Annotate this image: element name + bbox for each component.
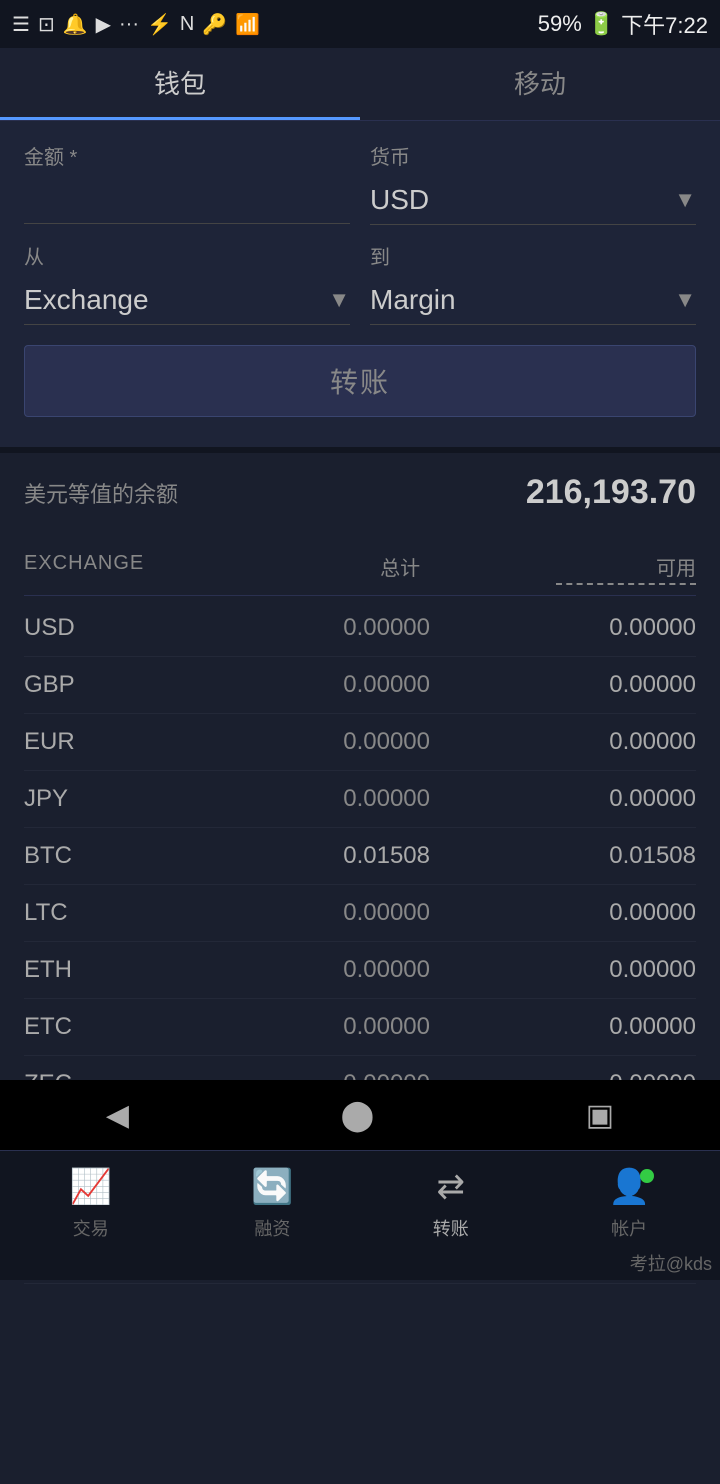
from-group: 从 Exchange ▼ xyxy=(24,241,350,325)
transfer-btn-wrapper: 转账 xyxy=(24,345,696,417)
nfc-icon: N xyxy=(180,13,194,36)
table-row: EUR 0.00000 0.00000 xyxy=(24,714,696,771)
table-row: ETH 0.00000 0.00000 xyxy=(24,942,696,999)
tab-move[interactable]: 移动 xyxy=(360,48,720,120)
currency-name: BTC xyxy=(24,842,144,870)
currency-name: USD xyxy=(24,614,144,642)
currency-group: 货币 USD ▼ xyxy=(370,141,696,225)
watermark: 考拉@kds xyxy=(630,1250,712,1276)
bluetooth-icon: ⚡ xyxy=(147,12,172,37)
from-select[interactable]: Exchange ▼ xyxy=(24,276,350,325)
status-time: 下午7:22 xyxy=(621,8,708,40)
col-total: 0.00000 xyxy=(230,728,430,756)
home-button[interactable]: ⬤ xyxy=(341,1098,375,1133)
col-total: 0.01508 xyxy=(230,842,430,870)
status-right: 59% 🔋 下午7:22 xyxy=(538,8,708,40)
to-value: Margin xyxy=(370,284,456,316)
table-row: GBP 0.00000 0.00000 xyxy=(24,657,696,714)
col-available: 0.00000 xyxy=(516,785,696,813)
table-row: ETC 0.00000 0.00000 xyxy=(24,999,696,1056)
nav-finance[interactable]: 🔄 融资 xyxy=(251,1167,293,1241)
send-icon: ▶ xyxy=(96,12,111,37)
currency-select[interactable]: USD ▼ xyxy=(370,176,696,225)
amount-group: 金额 * xyxy=(24,141,350,225)
amount-label: 金额 * xyxy=(24,141,350,170)
currency-name: ETH xyxy=(24,956,144,984)
back-button[interactable]: ◀ xyxy=(106,1098,129,1133)
recent-button[interactable]: ▣ xyxy=(586,1098,614,1133)
col-available: 0.00000 xyxy=(516,671,696,699)
currency-value: USD xyxy=(370,184,429,216)
currency-name: JPY xyxy=(24,785,144,813)
transfer-button[interactable]: 转账 xyxy=(24,345,696,417)
account-label: 帐户 xyxy=(611,1215,647,1241)
table-row: BTC 0.01508 0.01508 xyxy=(24,828,696,885)
battery-percent: 59% xyxy=(538,11,582,37)
col-available: 0.01508 xyxy=(516,842,696,870)
nav-trade[interactable]: 📈 交易 xyxy=(70,1167,112,1241)
transfer-label: 转账 xyxy=(433,1215,469,1241)
col-total: 0.00000 xyxy=(230,1013,430,1041)
exchange-section-title: EXCHANGE xyxy=(24,552,144,585)
currency-label: 货币 xyxy=(370,141,696,170)
balance-section: 美元等值的余额 216,193.70 xyxy=(0,447,720,542)
col-available: 0.00000 xyxy=(516,899,696,927)
tab-wallet[interactable]: 钱包 xyxy=(0,48,360,120)
status-icons-left: ☰ ⊡ 🔔 ▶ ··· ⚡ N 🔑 📶 xyxy=(12,12,260,37)
transfer-form: 金额 * 货币 USD ▼ 从 Exchange ▼ xyxy=(0,121,720,447)
currency-name: LTC xyxy=(24,899,144,927)
col-header-available: 可用 xyxy=(556,552,696,585)
table-row: LTC 0.00000 0.00000 xyxy=(24,885,696,942)
from-dropdown-arrow: ▼ xyxy=(328,287,350,313)
to-group: 到 Margin ▼ xyxy=(370,241,696,325)
system-nav-bar: ◀ ⬤ ▣ xyxy=(0,1080,720,1150)
col-total: 0.00000 xyxy=(230,671,430,699)
app-icon: ⊡ xyxy=(38,12,55,37)
currency-name: GBP xyxy=(24,671,144,699)
currency-dropdown-arrow: ▼ xyxy=(674,187,696,213)
col-header-total: 总计 xyxy=(280,552,420,585)
battery-icon: 🔋 xyxy=(588,11,615,37)
account-dot xyxy=(640,1169,654,1183)
col-total: 0.00000 xyxy=(230,614,430,642)
col-available: 0.00000 xyxy=(516,956,696,984)
trade-icon: 📈 xyxy=(70,1167,112,1207)
balance-row: 美元等值的余额 216,193.70 xyxy=(24,473,696,512)
transfer-icon: ⇄ xyxy=(437,1167,466,1207)
bell-icon: 🔔 xyxy=(63,12,88,37)
col-available: 0.00000 xyxy=(516,614,696,642)
form-row-from-to: 从 Exchange ▼ 到 Margin ▼ xyxy=(24,241,696,325)
to-dropdown-arrow: ▼ xyxy=(674,287,696,313)
dots-icon: ··· xyxy=(119,13,139,36)
nav-account[interactable]: 👤 帐户 xyxy=(608,1167,650,1241)
finance-icon: 🔄 xyxy=(251,1167,293,1207)
balance-value: 216,193.70 xyxy=(526,473,696,512)
currency-name: EUR xyxy=(24,728,144,756)
to-label: 到 xyxy=(370,241,696,270)
trade-label: 交易 xyxy=(73,1215,109,1241)
table-row: USD 0.00000 0.00000 xyxy=(24,600,696,657)
balance-label: 美元等值的余额 xyxy=(24,477,178,509)
table-row: JPY 0.00000 0.00000 xyxy=(24,771,696,828)
finance-label: 融资 xyxy=(254,1215,290,1241)
col-available: 0.00000 xyxy=(516,1013,696,1041)
top-tabs: 钱包 移动 xyxy=(0,48,720,121)
signal-icon: 📶 xyxy=(235,12,260,37)
nav-transfer[interactable]: ⇄ 转账 xyxy=(433,1167,469,1241)
col-total: 0.00000 xyxy=(230,956,430,984)
exchange-header: EXCHANGE 总计 可用 xyxy=(24,542,696,596)
bottom-nav: 📈 交易 🔄 融资 ⇄ 转账 👤 帐户 xyxy=(0,1150,720,1280)
key-icon: 🔑 xyxy=(202,12,227,37)
col-available: 0.00000 xyxy=(516,728,696,756)
form-row-amount-currency: 金额 * 货币 USD ▼ xyxy=(24,141,696,225)
status-bar: ☰ ⊡ 🔔 ▶ ··· ⚡ N 🔑 📶 59% 🔋 下午7:22 xyxy=(0,0,720,48)
from-label: 从 xyxy=(24,241,350,270)
to-select[interactable]: Margin ▼ xyxy=(370,276,696,325)
col-total: 0.00000 xyxy=(230,899,430,927)
menu-icon: ☰ xyxy=(12,12,30,37)
currency-name: ETC xyxy=(24,1013,144,1041)
from-value: Exchange xyxy=(24,284,149,316)
amount-input[interactable] xyxy=(24,176,350,224)
col-total: 0.00000 xyxy=(230,785,430,813)
